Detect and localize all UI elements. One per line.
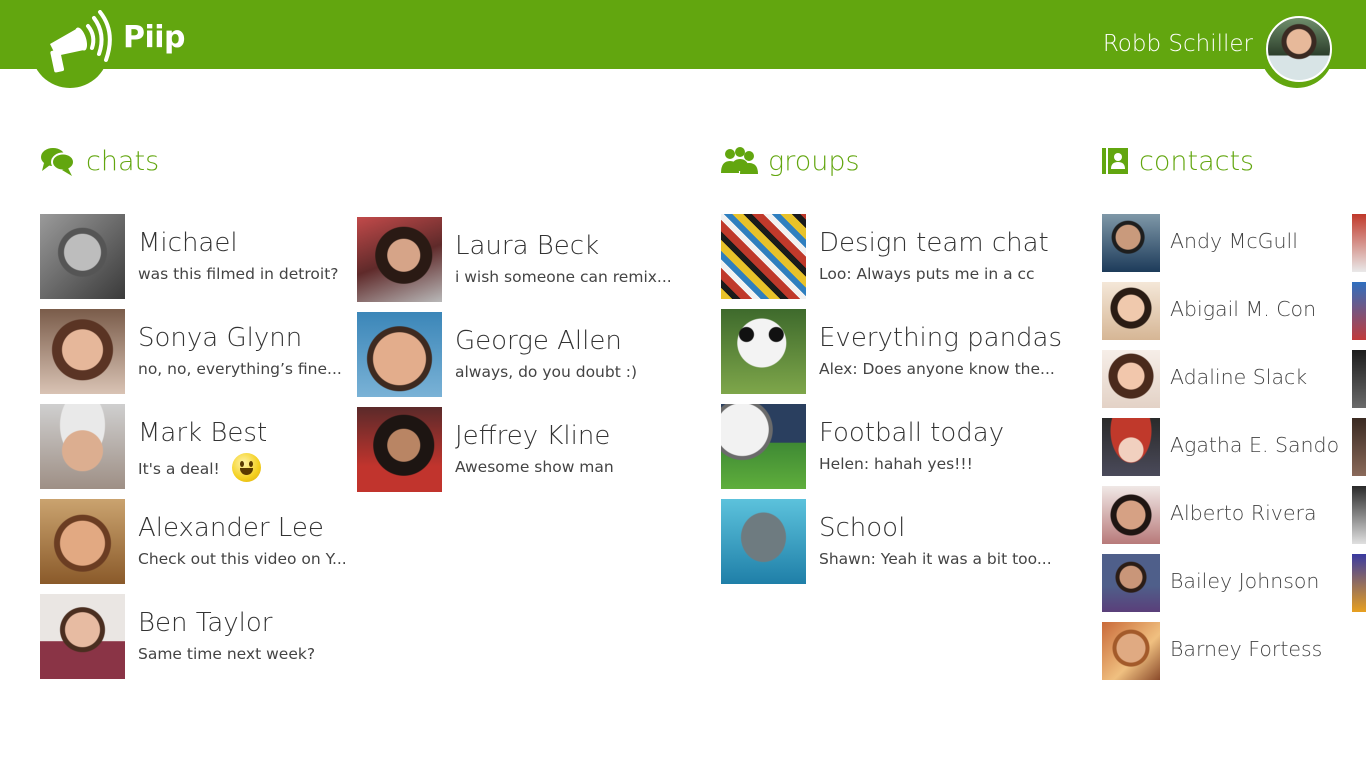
chat-last-message: i wish someone can remix... — [455, 268, 672, 286]
app-title: Piip — [123, 20, 186, 55]
contact-name: Adaline Slack — [1170, 365, 1308, 389]
chat-avatar — [40, 404, 125, 489]
group-name: School — [819, 513, 906, 543]
chats-section-header[interactable]: chats — [40, 144, 159, 178]
contact-name: Bailey Johnson — [1170, 569, 1320, 593]
chats-section-label: chats — [86, 145, 160, 177]
contact-avatar — [1102, 554, 1160, 612]
chat-name: Michael — [138, 228, 238, 258]
contact-item[interactable]: Agatha E. Sando — [1102, 418, 1339, 476]
group-last-message: Helen: hahah yes!!! — [819, 455, 973, 473]
contact-name: Alberto Rivera — [1170, 501, 1317, 525]
chat-name: Mark Best — [138, 418, 268, 448]
group-last-message: Alex: Does anyone know the... — [819, 360, 1055, 378]
chat-avatar — [357, 407, 442, 492]
contact-card-icon — [1102, 148, 1128, 174]
contact-item[interactable]: Barney Fortess — [1102, 622, 1332, 680]
offscreen-tile-sliver[interactable] — [1352, 554, 1366, 612]
chat-avatar — [40, 499, 125, 584]
chat-message-text: It's a deal! — [138, 460, 220, 478]
chat-avatar — [40, 594, 125, 679]
group-avatar — [721, 309, 806, 394]
chat-name: Alexander Lee — [138, 513, 324, 543]
offscreen-tile-sliver[interactable] — [1352, 350, 1366, 408]
contact-name: Abigail M. Con — [1170, 297, 1317, 321]
chat-name: Laura Beck — [455, 231, 600, 261]
group-avatar — [721, 214, 806, 299]
contact-avatar — [1102, 622, 1160, 680]
chat-bubbles-icon — [41, 148, 75, 176]
chat-avatar — [40, 214, 125, 299]
group-name: Design team chat — [819, 228, 1049, 258]
chat-last-message: was this filmed in detroit? — [138, 265, 339, 283]
group-avatar — [721, 404, 806, 489]
user-avatar[interactable] — [1266, 16, 1332, 82]
groups-section-label: groups — [768, 145, 860, 177]
chat-name: Jeffrey Kline — [455, 421, 611, 451]
chat-last-message: Same time next week? — [138, 645, 316, 663]
chat-last-message: It's a deal! — [138, 453, 261, 484]
contact-item[interactable]: Bailey Johnson — [1102, 554, 1332, 612]
contact-name: Barney Fortess — [1170, 637, 1323, 661]
chat-last-message: no, no, everything’s fine... — [138, 360, 342, 378]
offscreen-tile-sliver[interactable] — [1352, 418, 1366, 476]
contacts-section-header[interactable]: contacts — [1101, 144, 1254, 178]
smiley-emoji-icon — [231, 453, 261, 482]
contact-avatar — [1102, 214, 1160, 272]
contact-item[interactable]: Adaline Slack — [1102, 350, 1332, 408]
group-avatar — [721, 499, 806, 584]
user-name[interactable]: Robb Schiller — [1103, 31, 1253, 57]
group-name: Everything pandas — [819, 323, 1063, 353]
group-last-message: Loo: Always puts me in a cc — [819, 265, 1035, 283]
contact-avatar — [1102, 486, 1160, 544]
chat-name: Sonya Glynn — [138, 323, 303, 353]
megaphone-logo-icon[interactable] — [44, 10, 112, 76]
contact-item[interactable]: Andy McGull — [1102, 214, 1332, 272]
group-name: Football today — [819, 418, 1005, 448]
people-group-icon — [721, 147, 758, 174]
chat-avatar — [40, 309, 125, 394]
contacts-section-label: contacts — [1139, 145, 1255, 177]
chat-last-message: Awesome show man — [455, 458, 614, 476]
contact-avatar — [1102, 350, 1160, 408]
offscreen-tile-sliver[interactable] — [1352, 282, 1366, 340]
contact-avatar — [1102, 418, 1160, 476]
groups-section-header[interactable]: groups — [720, 144, 860, 178]
group-last-message: Shawn: Yeah it was a bit too... — [819, 550, 1052, 568]
contact-item[interactable]: Abigail M. Con — [1102, 282, 1332, 340]
chat-last-message: Check out this video on Y... — [138, 550, 347, 568]
contact-avatar — [1102, 282, 1160, 340]
chat-name: George Allen — [455, 326, 622, 356]
offscreen-tile-sliver[interactable] — [1352, 486, 1366, 544]
contact-item[interactable]: Alberto Rivera — [1102, 486, 1332, 544]
chat-avatar — [357, 217, 442, 302]
contact-name: Agatha E. Sando — [1170, 433, 1340, 457]
chat-last-message: always, do you doubt :) — [455, 363, 637, 381]
offscreen-tile-sliver[interactable] — [1352, 214, 1366, 272]
chat-avatar — [357, 312, 442, 397]
contact-name: Andy McGull — [1170, 229, 1298, 253]
chat-name: Ben Taylor — [138, 608, 273, 638]
